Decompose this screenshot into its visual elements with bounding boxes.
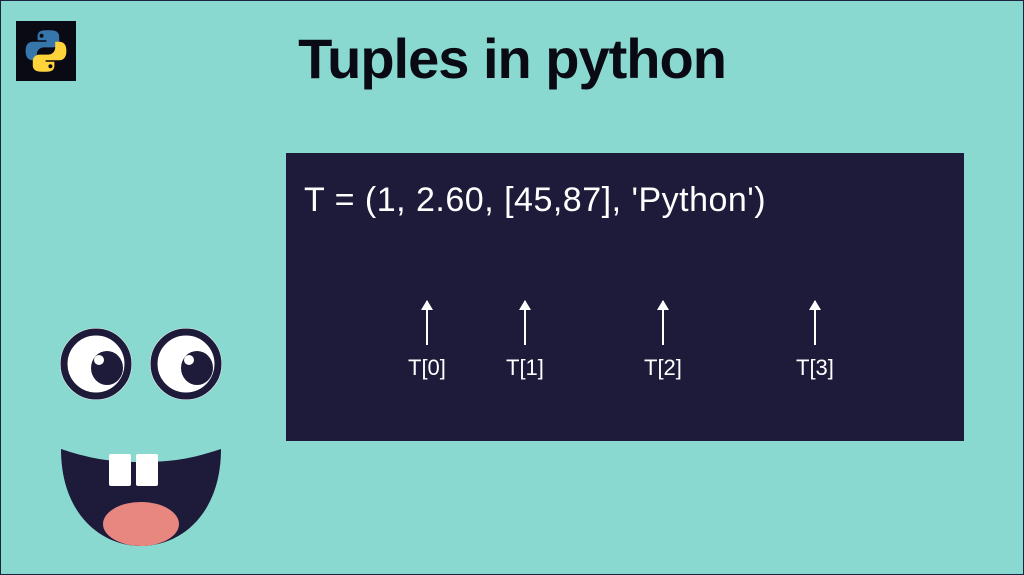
- index-1: T[1]: [506, 301, 544, 381]
- index-3: T[3]: [796, 301, 834, 381]
- index-0: T[0]: [408, 301, 446, 381]
- index-label: T[3]: [796, 355, 834, 381]
- arrow-up-icon: [814, 301, 816, 345]
- index-label: T[1]: [506, 355, 544, 381]
- index-label: T[2]: [644, 355, 682, 381]
- page-title: Tuples in python: [1, 26, 1023, 91]
- arrow-up-icon: [426, 301, 428, 345]
- index-label: T[0]: [408, 355, 446, 381]
- arrow-up-icon: [662, 301, 664, 345]
- arrow-up-icon: [524, 301, 526, 345]
- code-panel: T = (1, 2.60, [45,87], 'Python') T[0] T[…: [286, 153, 964, 441]
- monster-illustration-icon: [41, 314, 261, 554]
- index-2: T[2]: [644, 301, 682, 381]
- tuple-expression: T = (1, 2.60, [45,87], 'Python'): [304, 181, 946, 220]
